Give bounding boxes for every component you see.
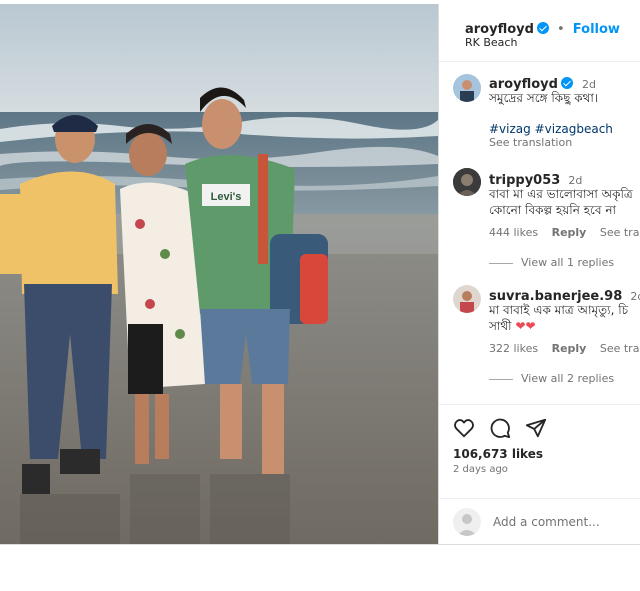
view-replies-label: View all 2 replies [521, 372, 615, 385]
red-heart-icon: ❤ [525, 319, 536, 333]
post-date: 2 days ago [453, 464, 508, 475]
like-heart-icon[interactable] [453, 417, 475, 439]
comment-text-line: কোনো বিকল্প হয়নি হবে না [489, 203, 616, 217]
red-heart-icon: ❤ [515, 319, 526, 333]
comment-text-line: সাথী [489, 319, 512, 333]
comment-time: 2d [630, 290, 640, 303]
replies-divider [489, 378, 513, 380]
comment-text-line: বাবা মা এর ভালোবাসা অকৃত্রি [489, 187, 633, 201]
view-replies-button[interactable]: View all 2 replies [489, 372, 614, 385]
avatar-image-icon [453, 168, 481, 196]
comment-avatar[interactable] [453, 285, 481, 313]
post-photo[interactable]: Levi's [0, 4, 438, 544]
caption-see-translation[interactable]: See translation [489, 136, 572, 149]
avatar-image-icon [453, 285, 481, 313]
add-comment-bar: Add a comment... [439, 498, 640, 544]
add-comment-input[interactable]: Add a comment... [493, 515, 600, 529]
comment-see-translation[interactable]: See translati [600, 342, 640, 355]
verified-badge-icon [536, 22, 549, 34]
post-header: aroyfloyd • Follow RK Beach [439, 4, 640, 62]
location-link[interactable]: RK Beach [465, 36, 517, 49]
comment-see-translation[interactable]: See translati [600, 226, 640, 239]
replies-divider [489, 262, 513, 264]
caption-avatar[interactable] [453, 74, 481, 102]
separator-dot: • [557, 22, 565, 37]
post-side-panel: aroyfloyd • Follow RK Beach aroyfloyd 2d… [438, 4, 640, 544]
view-replies-label: View all 1 replies [521, 256, 615, 269]
page-bottom-area [0, 544, 640, 591]
shirt-logo-text: Levi's [211, 191, 242, 203]
header-username[interactable]: aroyfloyd [465, 22, 534, 37]
comment-meta-row: 322 likes Reply See translati [489, 342, 640, 355]
comment-text-row: সাথী ❤❤ [489, 318, 536, 334]
avatar-image-icon [453, 74, 481, 102]
verified-badge-icon [560, 77, 573, 89]
comment-bubble-icon[interactable] [489, 417, 511, 439]
header-user-row: aroyfloyd • Follow [465, 18, 620, 37]
user-avatar-icon [453, 508, 481, 536]
comment-avatar[interactable] [453, 168, 481, 196]
comment-reply-button[interactable]: Reply [552, 226, 587, 239]
caption-text: সমুদ্রের সঙ্গে কিছু কথা। [489, 91, 599, 105]
comment-likes[interactable]: 322 likes [489, 342, 538, 355]
share-paper-plane-icon[interactable] [525, 417, 547, 439]
beach-photo-illustration: Levi's [0, 4, 438, 544]
caption-hashtags[interactable]: #vizag #vizagbeach [489, 122, 613, 136]
comment-text-line: মা বাবাই এক মাত্র আমৃত্যু, চি [489, 303, 629, 317]
likes-count[interactable]: 106,673 likes [453, 447, 543, 461]
follow-button[interactable]: Follow [573, 22, 620, 37]
comment-reply-button[interactable]: Reply [552, 342, 587, 355]
view-replies-button[interactable]: View all 1 replies [489, 256, 614, 269]
comment-likes[interactable]: 444 likes [489, 226, 538, 239]
comment-meta-row: 444 likes Reply See translati [489, 226, 640, 239]
